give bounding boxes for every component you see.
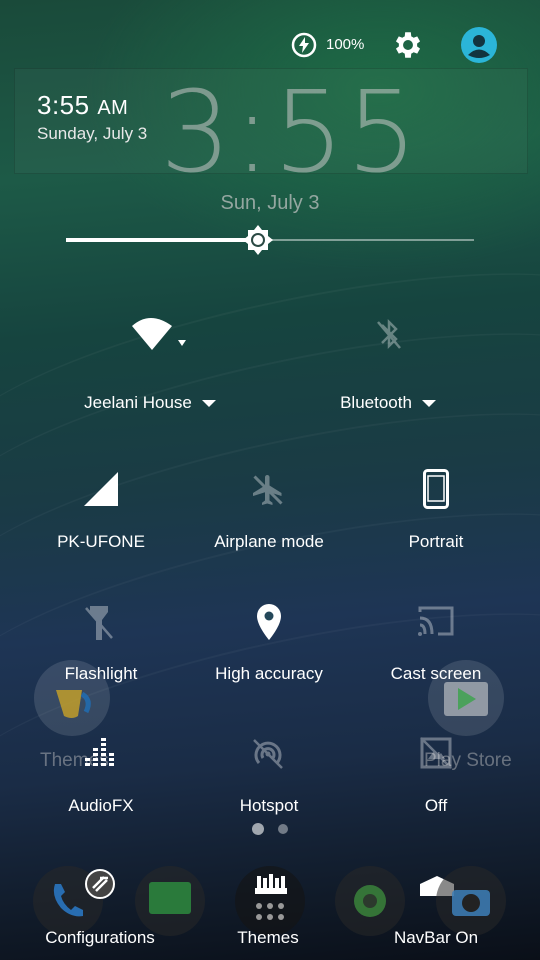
cellular-signal-icon[interactable] [84,470,120,508]
dock-label-configurations: Configurations [45,928,155,947]
dock-app-camera [436,866,506,936]
date-center: Sun, July 3 [220,192,320,214]
brightness-icon [242,225,273,255]
user-account-icon[interactable] [460,26,498,64]
battery-charging-icon [291,32,317,58]
chevron-down-icon [201,400,216,408]
tile-location-label[interactable]: High accuracy [179,664,359,684]
tile-airplane-label[interactable]: Airplane mode [179,532,359,552]
globe-icon [354,885,386,917]
brightness-slider-thumb[interactable] [240,222,276,258]
tile-wifi[interactable] [110,300,220,370]
tile-bluetooth-label[interactable]: Bluetooth [298,393,478,413]
message-icon [149,882,191,914]
phone-portrait-icon[interactable] [423,469,449,509]
flashlight-icon[interactable] [84,604,114,642]
camera-icon [452,890,490,916]
brightness-slider-fill [66,238,258,242]
screen-off-icon[interactable] [419,736,453,770]
chevron-down-icon [421,400,436,408]
dock-app-browser [335,866,405,936]
wifi-icon [128,314,192,354]
tile-wifi-label[interactable]: Jeelani House [60,393,240,413]
equalizer-icon[interactable] [83,736,119,770]
settings-gear-icon[interactable] [391,28,425,62]
configurations-icon [84,868,116,900]
page-indicator-dot-2 [278,824,288,834]
hotspot-icon[interactable] [250,736,286,772]
tile-cast-label[interactable]: Cast screen [346,664,526,684]
dock-label-navbar: NavBar On [393,928,479,947]
tile-audiofx-label[interactable]: AudioFX [11,796,191,816]
battery-percent: 100% [326,36,365,53]
bluetooth-icon[interactable] [374,316,404,352]
big-clock: 3:55 [160,68,420,198]
cast-icon[interactable] [416,604,456,638]
tile-screen-off-label[interactable]: Off [346,796,526,816]
dock-label-themes: Themes [237,928,299,947]
dock-app-themes [235,866,305,936]
dock-app-messages [135,866,205,936]
airplane-icon[interactable] [250,472,286,508]
location-pin-icon[interactable] [255,602,283,642]
tile-flashlight-label[interactable]: Flashlight [11,664,191,684]
date-small: Sunday, July 3 [37,124,148,143]
page-indicator-dot-1 [252,823,264,835]
time-small: 3:55 AM [37,90,129,120]
app-drawer-icon [255,874,287,920]
tile-portrait-label[interactable]: Portrait [346,532,526,552]
tile-cellular-label[interactable]: PK-UFONE [11,532,191,552]
tile-hotspot-label[interactable]: Hotspot [179,796,359,816]
